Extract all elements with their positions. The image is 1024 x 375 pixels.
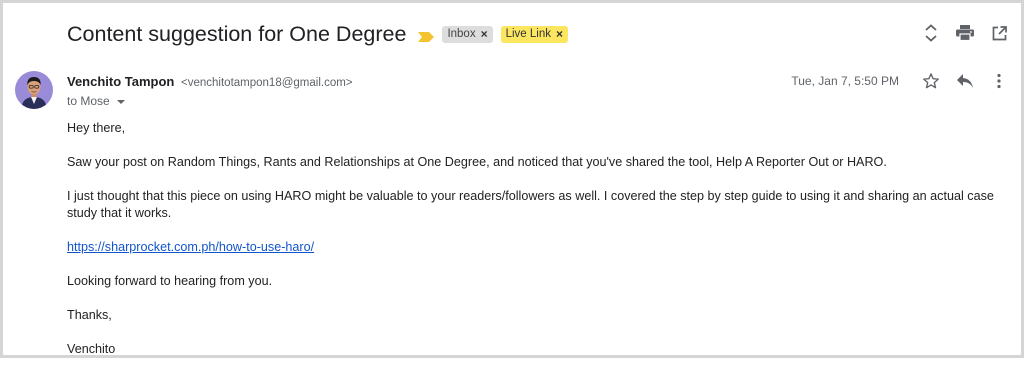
recipient-text: to Mose	[67, 94, 110, 108]
label-live-link-text: Live Link	[505, 27, 551, 40]
expand-collapse-icon[interactable]	[921, 23, 941, 43]
open-in-new-window-icon[interactable]	[989, 23, 1009, 43]
body-paragraph-2: I just thought that this piece on using …	[67, 189, 994, 220]
message-date: Tue, Jan 7, 5:50 PM	[791, 74, 899, 88]
star-icon[interactable]	[921, 71, 941, 91]
sign-off: Thanks,	[67, 308, 112, 322]
email-view-frame: Content suggestion for One Degree Inbox …	[0, 0, 1024, 358]
importance-marker-icon[interactable]	[418, 29, 435, 42]
sender-email: <venchitotampon18@gmail.com>	[181, 77, 353, 89]
label-live-link[interactable]: Live Link ×	[500, 25, 568, 43]
body-link-paragraph: https://sharprocket.com.ph/how-to-use-ha…	[67, 239, 1015, 256]
print-icon[interactable]	[955, 23, 975, 43]
sender-line: Venchito Tampon <venchitotampon18@gmail.…	[67, 74, 353, 89]
label-inbox-text: Inbox	[447, 27, 476, 40]
sender-avatar[interactable]	[15, 71, 53, 109]
more-vert-icon[interactable]	[989, 71, 1009, 91]
message-actions: Tue, Jan 7, 5:50 PM	[791, 71, 1009, 91]
chevron-down-icon[interactable]	[116, 99, 125, 104]
label-inbox-remove-icon[interactable]: ×	[481, 28, 488, 40]
email-subject: Content suggestion for One Degree	[67, 21, 407, 46]
reply-icon[interactable]	[955, 71, 975, 91]
recipient-details-toggle[interactable]: to Mose	[67, 94, 125, 108]
body-paragraph-3: Looking forward to hearing from you.	[67, 274, 273, 288]
message-body: Hey there, Saw your post on Random Thing…	[67, 120, 1015, 375]
subject-row: Content suggestion for One Degree Inbox …	[67, 17, 568, 51]
body-paragraph-1: Saw your post on Random Things, Rants an…	[67, 155, 887, 169]
label-inbox[interactable]: Inbox ×	[442, 25, 493, 43]
thread-toolbar	[921, 23, 1009, 43]
haro-guide-link[interactable]: https://sharprocket.com.ph/how-to-use-ha…	[67, 240, 314, 254]
sender-name[interactable]: Venchito Tampon	[67, 74, 174, 89]
label-live-link-remove-icon[interactable]: ×	[556, 28, 563, 40]
greeting: Hey there,	[67, 121, 126, 135]
signature: Venchito	[67, 342, 116, 356]
